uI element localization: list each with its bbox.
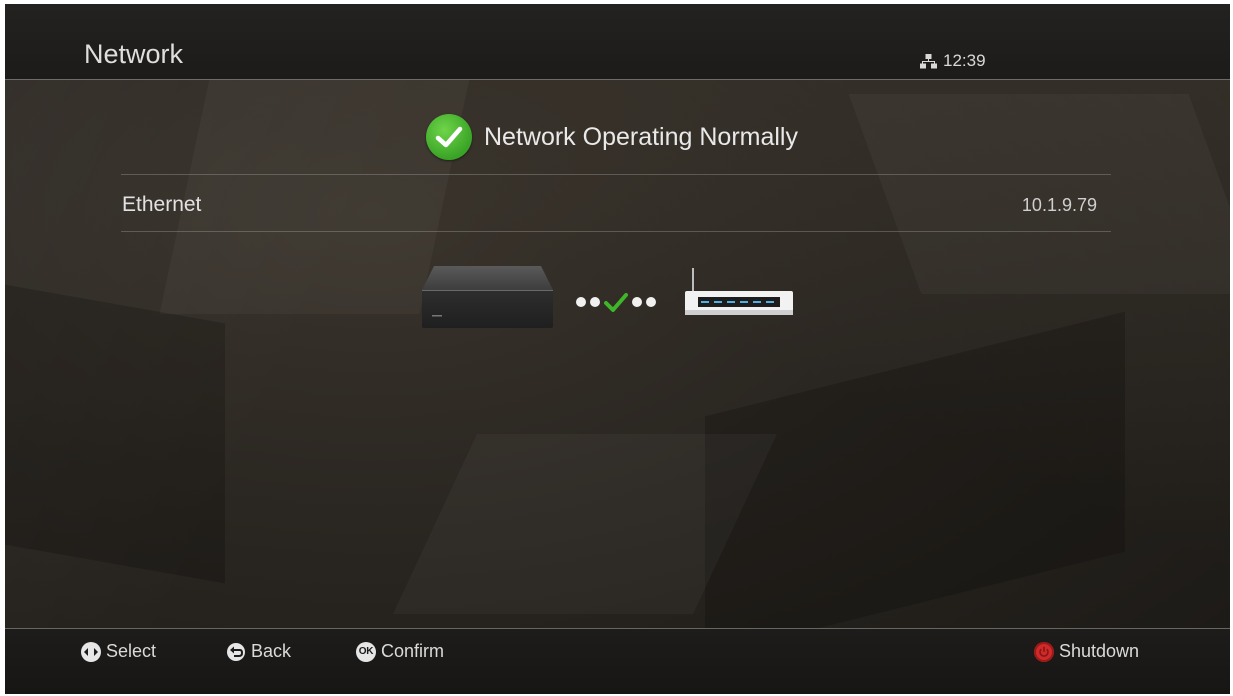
hint-confirm[interactable]: OK Confirm: [356, 641, 444, 662]
dpad-left-right-icon: [81, 641, 101, 662]
connection-dot: [576, 297, 586, 307]
back-arrow-icon: [226, 642, 246, 662]
network-icon: [920, 53, 937, 68]
shutdown-label: Shutdown: [1059, 641, 1140, 661]
background-facet: [5, 284, 225, 584]
power-button-icon: [1034, 641, 1054, 662]
ok-button-icon: OK: [356, 641, 376, 662]
status-clock: 12:39: [920, 51, 986, 71]
connection-diagram: [422, 266, 802, 336]
page-title: Network: [84, 39, 184, 69]
connection-dot: [590, 297, 600, 307]
network-screen: Network 12:39 Network Operating Normally…: [5, 4, 1230, 694]
hint-select[interactable]: Select: [81, 641, 156, 662]
hint-back[interactable]: Back: [226, 641, 291, 662]
link-check-icon: [604, 293, 628, 312]
router-icon: [685, 268, 793, 315]
footer-bar: Select Back OK Confirm Shutdown: [5, 628, 1230, 694]
connection-dots-check-icon: [576, 291, 658, 313]
hint-label: Confirm: [381, 641, 445, 661]
divider: [121, 174, 1111, 175]
set-top-box-icon: [422, 266, 553, 328]
shutdown-button[interactable]: Shutdown: [1034, 641, 1139, 662]
network-status: Network Operating Normally: [426, 114, 798, 160]
ethernet-row[interactable]: Ethernet 10.1.9.79: [121, 176, 1111, 234]
hint-label: Select: [106, 641, 157, 661]
hint-label: Back: [251, 641, 292, 661]
connection-label: Ethernet: [122, 193, 202, 216]
ip-address: 10.1.9.79: [1021, 194, 1097, 215]
background-facet: [705, 311, 1125, 657]
check-circle-icon: [426, 114, 472, 160]
divider: [121, 231, 1111, 232]
connection-dot: [632, 297, 642, 307]
connection-dot: [646, 297, 656, 307]
header-bar: Network 12:39: [5, 4, 1230, 80]
clock-time: 12:39: [943, 51, 986, 70]
status-message: Network Operating Normally: [484, 122, 798, 151]
